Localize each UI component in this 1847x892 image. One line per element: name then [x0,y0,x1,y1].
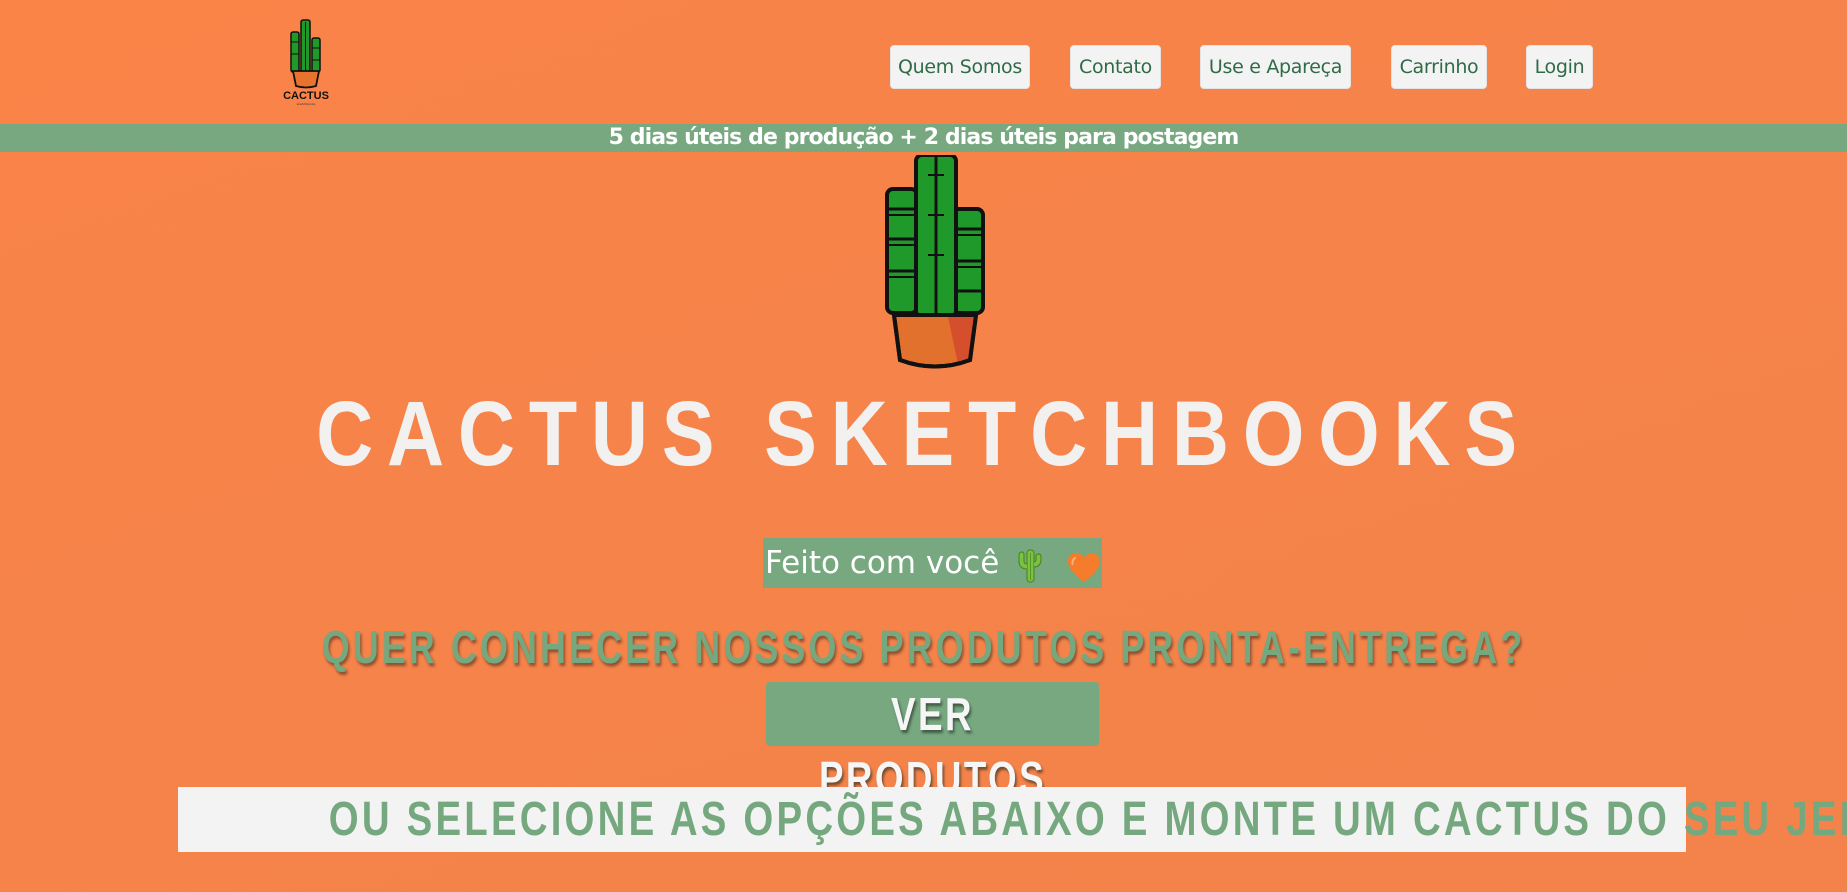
cactus-pot-icon [885,153,985,369]
customize-prompt-box: OU SELECIONE AS OPÇÕES ABAIXO E MONTE UM… [178,787,1847,852]
ready-delivery-question: QUER CONHECER NOSSOS PRODUTOS PRONTA-ENT… [321,621,1526,673]
site-header: CACTUS sketchbooks Quem Somos Contato Us… [0,0,1847,124]
nav-login-button[interactable]: Login [1526,45,1593,89]
nav-quem-somos-button[interactable]: Quem Somos [890,45,1030,89]
tagline-text: Feito com você [765,545,1000,581]
svg-text:CACTUS: CACTUS [283,90,329,102]
tagline-badge: Feito com você [763,538,1102,588]
hero-cactus [882,153,988,375]
nav-use-e-apareca-button[interactable]: Use e Apareça [1200,45,1351,89]
shipping-banner: 5 dias úteis de produção + 2 dias úteis … [0,124,1847,152]
nav-carrinho-button[interactable]: Carrinho [1391,45,1487,89]
nav-contato-button[interactable]: Contato [1070,45,1161,89]
customize-prompt-text: OU SELECIONE AS OPÇÕES ABAIXO E MONTE UM… [328,793,1847,846]
svg-text:sketchbooks: sketchbooks [297,102,316,106]
cactus-emoji-icon [1015,548,1045,583]
orange-heart-icon [1067,549,1101,582]
hero-title: CACTUS SKETCHBOOKS [316,383,1531,485]
ver-produtos-button[interactable]: VER PRODUTOS [766,682,1099,804]
main-nav: Quem Somos Contato Use e Apareça Carrinh… [0,45,1847,89]
